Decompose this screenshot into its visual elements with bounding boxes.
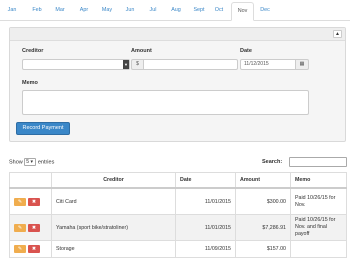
close-icon: ✖ (31, 198, 37, 205)
table-row: ✎ ✖ Yamaha (sport bike/stratoliner) 11/01… (9, 214, 347, 241)
column-header-amount[interactable]: Amount (235, 172, 291, 189)
table-row: ✎ ✖ Citi Card 11/01/2015 $300.00 Paid 10/… (9, 187, 347, 215)
cell-memo (290, 240, 347, 258)
edit-icon: ✎ (17, 224, 23, 231)
search-label: Search: (262, 159, 283, 165)
table-header-row: Creditor Date Amount Memo (9, 172, 347, 189)
amount-input-value (144, 61, 147, 67)
creditor-select-value (23, 61, 26, 67)
edit-button[interactable]: ✎ (14, 197, 26, 206)
calendar-icon: ▦ (299, 61, 305, 67)
page-size-control: Show 5 ▾ entries (9, 158, 54, 166)
record-payment-button[interactable]: Record Payment (16, 122, 70, 135)
creditor-label: Creditor (22, 48, 44, 54)
amount-input[interactable] (143, 59, 238, 70)
memo-textarea[interactable] (22, 90, 309, 115)
cell-amount: $7,286.91 (235, 214, 291, 241)
column-header-actions[interactable] (9, 172, 52, 189)
tab-jul[interactable]: Jul (144, 2, 162, 20)
cell-creditor: Yamaha (sport bike/stratoliner) (51, 214, 176, 241)
table-row: ✎ ✖ Storage 11/09/2015 $157.00 (9, 240, 347, 258)
chevron-down-icon: ▼ (123, 60, 129, 69)
payments-table: Creditor Date Amount Memo ✎ ✖ Citi Card 1… (9, 172, 347, 258)
tab-feb[interactable]: Feb (28, 2, 46, 20)
edit-icon: ✎ (17, 246, 23, 252)
memo-label: Memo (22, 80, 38, 86)
delete-button[interactable]: ✖ (28, 223, 40, 232)
tab-apr[interactable]: Apr (75, 2, 93, 20)
close-icon: ✖ (31, 246, 37, 252)
collapse-button[interactable]: ▲ (333, 30, 342, 38)
tab-mar[interactable]: Mar (51, 2, 69, 20)
tab-aug[interactable]: Aug (166, 2, 186, 20)
tab-nov[interactable]: Nov (231, 2, 254, 21)
cell-memo: Paid 10/26/15 for Nov. and final payoff (290, 214, 347, 241)
page-size-select[interactable]: 5 ▾ (24, 158, 37, 166)
cell-date: 11/01/2015 (175, 187, 236, 215)
cell-amount: $300.00 (235, 187, 291, 215)
tab-dec[interactable]: Dec (256, 2, 274, 20)
panel-header: ▲ (10, 28, 345, 41)
tab-sept[interactable]: Sept (188, 2, 210, 20)
entries-label: entries (37, 159, 55, 166)
tab-jun[interactable]: Jun (121, 2, 139, 20)
month-tabs: Jan Feb Mar Apr May Jun Jul Aug Sept Oct… (0, 0, 350, 21)
column-header-creditor[interactable]: Creditor (51, 172, 176, 189)
amount-label: Amount (131, 48, 152, 54)
row-actions: ✎ ✖ (9, 214, 52, 241)
row-actions: ✎ ✖ (9, 240, 52, 258)
cell-date: 11/01/2015 (175, 214, 236, 241)
tab-jan[interactable]: Jan (3, 2, 21, 20)
cell-memo: Paid 10/26/15 for Nov. (290, 187, 347, 215)
date-input-value: 11/12/2015 (244, 61, 269, 67)
show-label: Show (9, 159, 23, 166)
page-size-value: 5 (26, 159, 30, 165)
tab-oct[interactable]: Oct (210, 2, 228, 20)
cell-date: 11/09/2015 (175, 240, 236, 258)
row-actions: ✎ ✖ (9, 187, 52, 215)
column-header-memo[interactable]: Memo (290, 172, 347, 189)
date-label: Date (240, 48, 252, 54)
edit-button[interactable]: ✎ (14, 223, 26, 232)
delete-button[interactable]: ✖ (28, 197, 40, 206)
chevron-up-icon: ▲ (335, 31, 340, 37)
calendar-button[interactable]: ▦ (296, 59, 309, 70)
tab-may[interactable]: May (98, 2, 116, 20)
payment-form-panel: ▲ Creditor ▼ Amount $ Date 11/12/2015 ▦ … (9, 27, 346, 142)
cell-creditor: Citi Card (51, 187, 176, 215)
column-header-date[interactable]: Date (175, 172, 236, 189)
close-icon: ✖ (31, 224, 37, 231)
search-input[interactable] (289, 157, 347, 167)
memo-textarea-value (23, 91, 308, 95)
edit-icon: ✎ (17, 198, 23, 205)
currency-addon: $ (131, 59, 143, 70)
cell-creditor: Storage (51, 240, 176, 258)
date-input[interactable]: 11/12/2015 (240, 59, 296, 70)
cell-amount: $157.00 (235, 240, 291, 258)
creditor-select[interactable]: ▼ (22, 59, 130, 70)
